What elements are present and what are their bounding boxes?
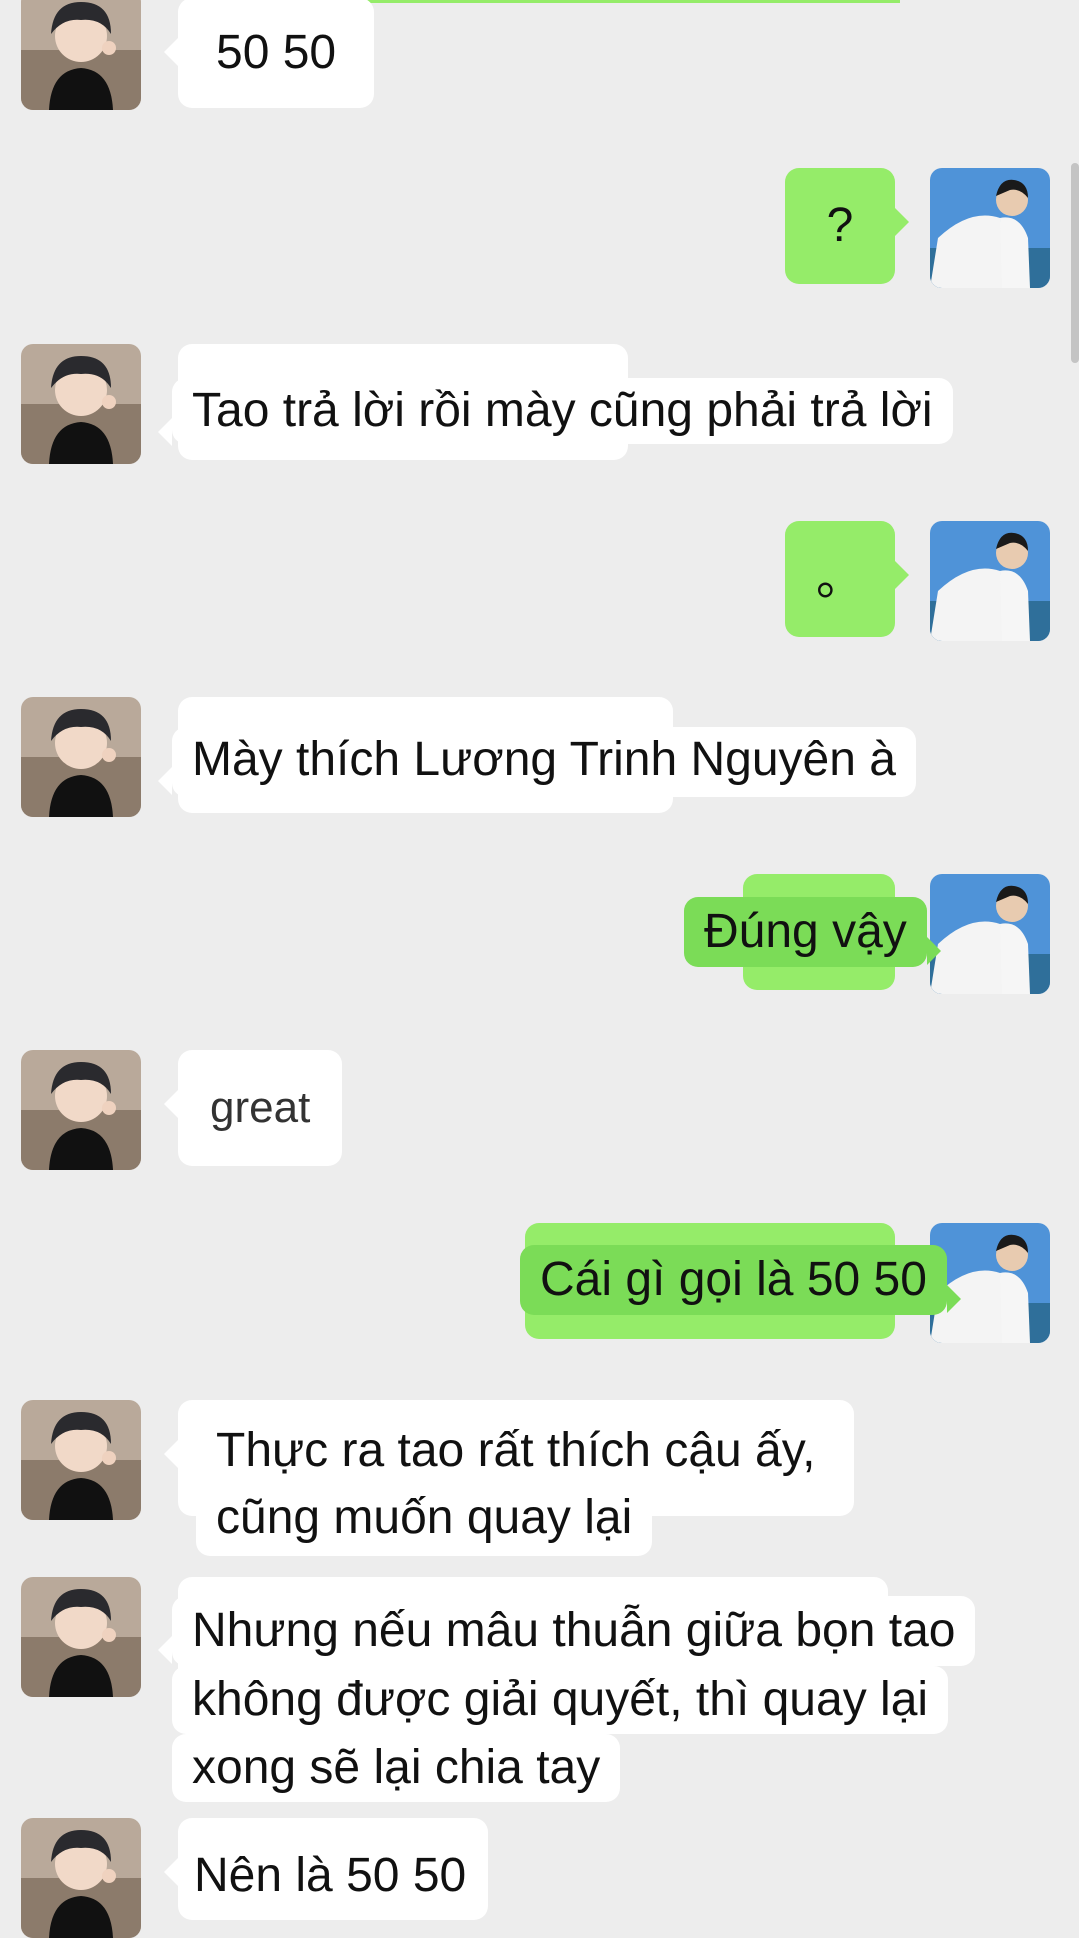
- message-bubble-continuation[interactable]: xong sẽ lại chia tay: [172, 1734, 621, 1802]
- message-bubble-continuation[interactable]: không được giải quyết, thì quay lại: [172, 1666, 949, 1734]
- avatar-other[interactable]: [21, 0, 141, 110]
- avatar-me[interactable]: [930, 874, 1050, 994]
- message-bubble-incoming[interactable]: great: [163, 1050, 343, 1166]
- avatar-other[interactable]: [21, 344, 141, 464]
- message-bubble-incoming[interactable]: 50 50: [163, 0, 375, 108]
- avatar-other[interactable]: [21, 1400, 141, 1520]
- message-bubble-incoming[interactable]: Nhưng nếu mâu thuẫn giữa bọn tao: [157, 1596, 976, 1666]
- message-bubble-outgoing[interactable]: ?: [785, 168, 909, 284]
- message-text: Mày thích Lương Trinh Nguyên à: [192, 733, 896, 786]
- avatar-other[interactable]: [21, 1577, 141, 1697]
- avatar-other[interactable]: [21, 1818, 141, 1938]
- message-text: Tao trả lời rồi mày cũng phải trả lời: [192, 384, 933, 437]
- message-text-line: xong sẽ lại chia tay: [192, 1741, 601, 1794]
- message-text: 50 50: [216, 26, 337, 79]
- message-bubble-outgoing[interactable]: Cái gì gọi là 50 50: [520, 1245, 961, 1315]
- message-bubble-continuation[interactable]: cũng muốn quay lại: [196, 1486, 653, 1556]
- message-text-line: Nhưng nếu mâu thuẫn giữa bọn tao: [192, 1604, 956, 1657]
- avatar-me[interactable]: [930, 1223, 1050, 1343]
- avatar-other[interactable]: [21, 1050, 141, 1170]
- message-bubble-incoming[interactable]: Mày thích Lương Trinh Nguyên à: [158, 727, 916, 797]
- message-text: Đúng vậy: [704, 905, 907, 958]
- message-bubble-incoming[interactable]: Nên là 50 50: [163, 1818, 489, 1920]
- message-text-line: Thực ra tao rất thích cậu ấy,: [216, 1424, 816, 1477]
- message-bubble-outgoing[interactable]: Đúng vậy: [684, 897, 941, 967]
- message-text-line: cũng muốn quay lại: [216, 1491, 633, 1544]
- avatar-me[interactable]: [930, 521, 1050, 641]
- message-bubble-incoming[interactable]: Tao trả lời rồi mày cũng phải trả lời: [158, 378, 953, 446]
- message-bubble-outgoing[interactable]: 。: [785, 521, 909, 637]
- message-text: Nên là 50 50: [194, 1849, 467, 1902]
- scrollbar[interactable]: [1071, 163, 1079, 363]
- chat-window: 50 50 ? Tao trả lời rồi mày cũng phải tr…: [0, 0, 1079, 1938]
- header-edge: [360, 0, 900, 3]
- message-text: great: [210, 1083, 311, 1132]
- message-text: Cái gì gọi là 50 50: [540, 1253, 927, 1306]
- avatar-me[interactable]: [930, 168, 1050, 288]
- avatar-other[interactable]: [21, 697, 141, 817]
- message-text: ?: [826, 199, 854, 252]
- message-text: 。: [815, 552, 864, 605]
- message-text-line: không được giải quyết, thì quay lại: [192, 1673, 929, 1726]
